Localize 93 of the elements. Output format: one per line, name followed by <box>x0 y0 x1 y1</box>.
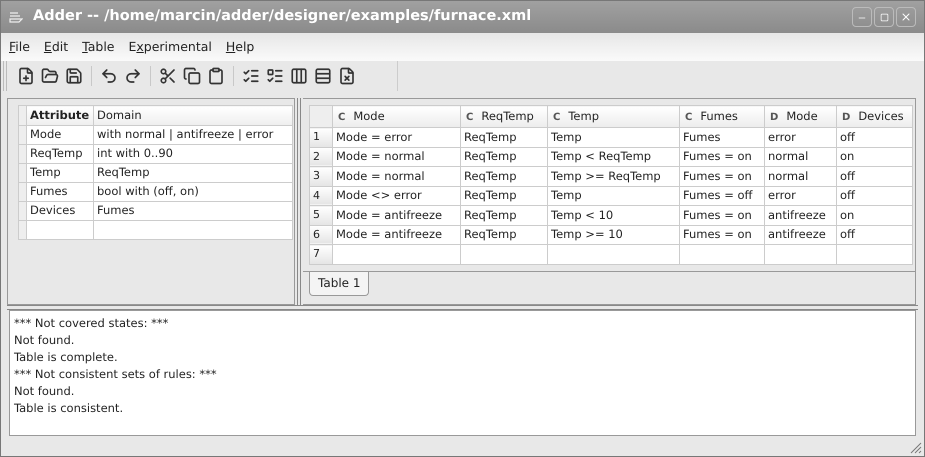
menu-item[interactable]: File <box>7 38 32 56</box>
row-number: 5 <box>310 206 332 225</box>
log-line: Table is complete. <box>14 349 119 366</box>
table-cell: Temp <box>548 186 680 206</box>
table-cell: Temp <box>26 164 94 182</box>
row-number: 7 <box>310 244 332 264</box>
window-title: Adder -- /home/marcin/adder/designer/examples/furnace.xml <box>33 7 532 26</box>
table-cell: Mode <> error <box>332 186 460 206</box>
menu-item[interactable]: Help <box>224 38 256 56</box>
table-cell: antifreeze <box>764 225 836 244</box>
table-cell: ReqTemp <box>460 128 548 147</box>
table-cell: Mode = normal <box>332 147 460 166</box>
column-header[interactable]: Attribute <box>26 106 94 126</box>
row-number: 6 <box>310 225 332 244</box>
table-cell: Devices <box>26 202 94 220</box>
table-cell: Fumes <box>26 182 94 202</box>
table-cell: Temp < 10 <box>548 206 680 225</box>
file-remove-icon[interactable] <box>338 67 356 85</box>
close-icon <box>900 11 912 23</box>
table-cell: Mode = error <box>332 128 460 147</box>
table-cell: Fumes <box>94 202 292 220</box>
table-cell: ReqTemp <box>460 166 548 186</box>
column-header[interactable]: C Temp <box>548 106 680 128</box>
column-header[interactable]: C Fumes <box>680 106 764 128</box>
row-number: 4 <box>310 186 332 206</box>
table-cell: off <box>836 128 912 147</box>
table-cell: Fumes = on <box>680 147 764 166</box>
table-cell: Fumes <box>680 128 764 147</box>
copy-icon[interactable] <box>183 67 201 85</box>
log-line: Not found. <box>14 332 76 349</box>
table-cell: Fumes = on <box>680 166 764 186</box>
maximize-button[interactable] <box>874 7 894 27</box>
column-header[interactable]: C Mode <box>332 106 460 128</box>
menu-item[interactable]: Experimental <box>126 38 214 56</box>
rows-icon[interactable] <box>314 67 332 85</box>
column-header[interactable]: D Mode <box>764 106 836 128</box>
table-cell: ReqTemp <box>94 164 292 182</box>
table-cell: ReqTemp <box>460 186 548 206</box>
app-icon <box>9 11 23 23</box>
table-cell: Temp >= 10 <box>548 225 680 244</box>
new-file-icon[interactable] <box>17 67 35 85</box>
save-icon[interactable] <box>65 67 83 85</box>
table-cell: ReqTemp <box>460 206 548 225</box>
column-header[interactable]: C ReqTemp <box>460 106 548 128</box>
table-cell: int with 0..90 <box>94 144 292 164</box>
table-cell: on <box>836 206 912 225</box>
table-cell: Fumes = off <box>680 186 764 206</box>
table-cell: off <box>836 186 912 206</box>
log-line: Not found. <box>14 383 76 400</box>
row-number: 1 <box>310 128 332 147</box>
table-cell: bool with (off, on) <box>94 182 292 202</box>
cut-icon[interactable] <box>159 67 177 85</box>
log-line: Table is consistent. <box>14 400 124 417</box>
table-cell: Mode = antifreeze <box>332 206 460 225</box>
table-cell: off <box>836 166 912 186</box>
column-header[interactable]: D Devices <box>836 106 912 128</box>
menu-item[interactable]: Table <box>80 38 116 56</box>
table-cell: ReqTemp <box>26 144 94 164</box>
open-folder-icon[interactable] <box>41 67 59 85</box>
row-number: 3 <box>310 166 332 186</box>
table-cell: Temp >= ReqTemp <box>548 166 680 186</box>
undo-icon[interactable] <box>100 67 118 85</box>
log-line: *** Not covered states: *** <box>14 315 170 332</box>
table-cell: Mode = normal <box>332 166 460 186</box>
row-number: 2 <box>310 147 332 166</box>
tab[interactable]: Table 1 <box>309 272 370 296</box>
table-cell: Temp <box>548 128 680 147</box>
table-cell: ReqTemp <box>460 225 548 244</box>
redo-icon[interactable] <box>124 67 142 85</box>
todo-list-icon[interactable] <box>266 67 284 85</box>
close-button[interactable] <box>896 7 916 27</box>
table-cell: Temp < ReqTemp <box>548 147 680 166</box>
table-cell: off <box>836 225 912 244</box>
table-cell: antifreeze <box>764 206 836 225</box>
table-cell: normal <box>764 147 836 166</box>
column-header[interactable]: Domain <box>94 106 292 126</box>
table-cell: error <box>764 186 836 206</box>
table-cell: Fumes = on <box>680 225 764 244</box>
table-cell: with normal | antifreeze | error <box>94 126 292 144</box>
checklist-icon[interactable] <box>242 67 260 85</box>
resize-grip-icon <box>908 440 922 454</box>
table-cell: Mode <box>26 126 94 144</box>
table-cell: Mode = antifreeze <box>332 225 460 244</box>
table-cell: on <box>836 147 912 166</box>
table-cell: Fumes = on <box>680 206 764 225</box>
paste-icon[interactable] <box>207 67 225 85</box>
maximize-icon <box>880 12 888 22</box>
table-cell: error <box>764 128 836 147</box>
log-line: *** Not consistent sets of rules: *** <box>14 366 218 383</box>
table-cell: normal <box>764 166 836 186</box>
columns-icon[interactable] <box>290 67 308 85</box>
table-cell: ReqTemp <box>460 147 548 166</box>
menu-item[interactable]: Edit <box>42 38 70 56</box>
